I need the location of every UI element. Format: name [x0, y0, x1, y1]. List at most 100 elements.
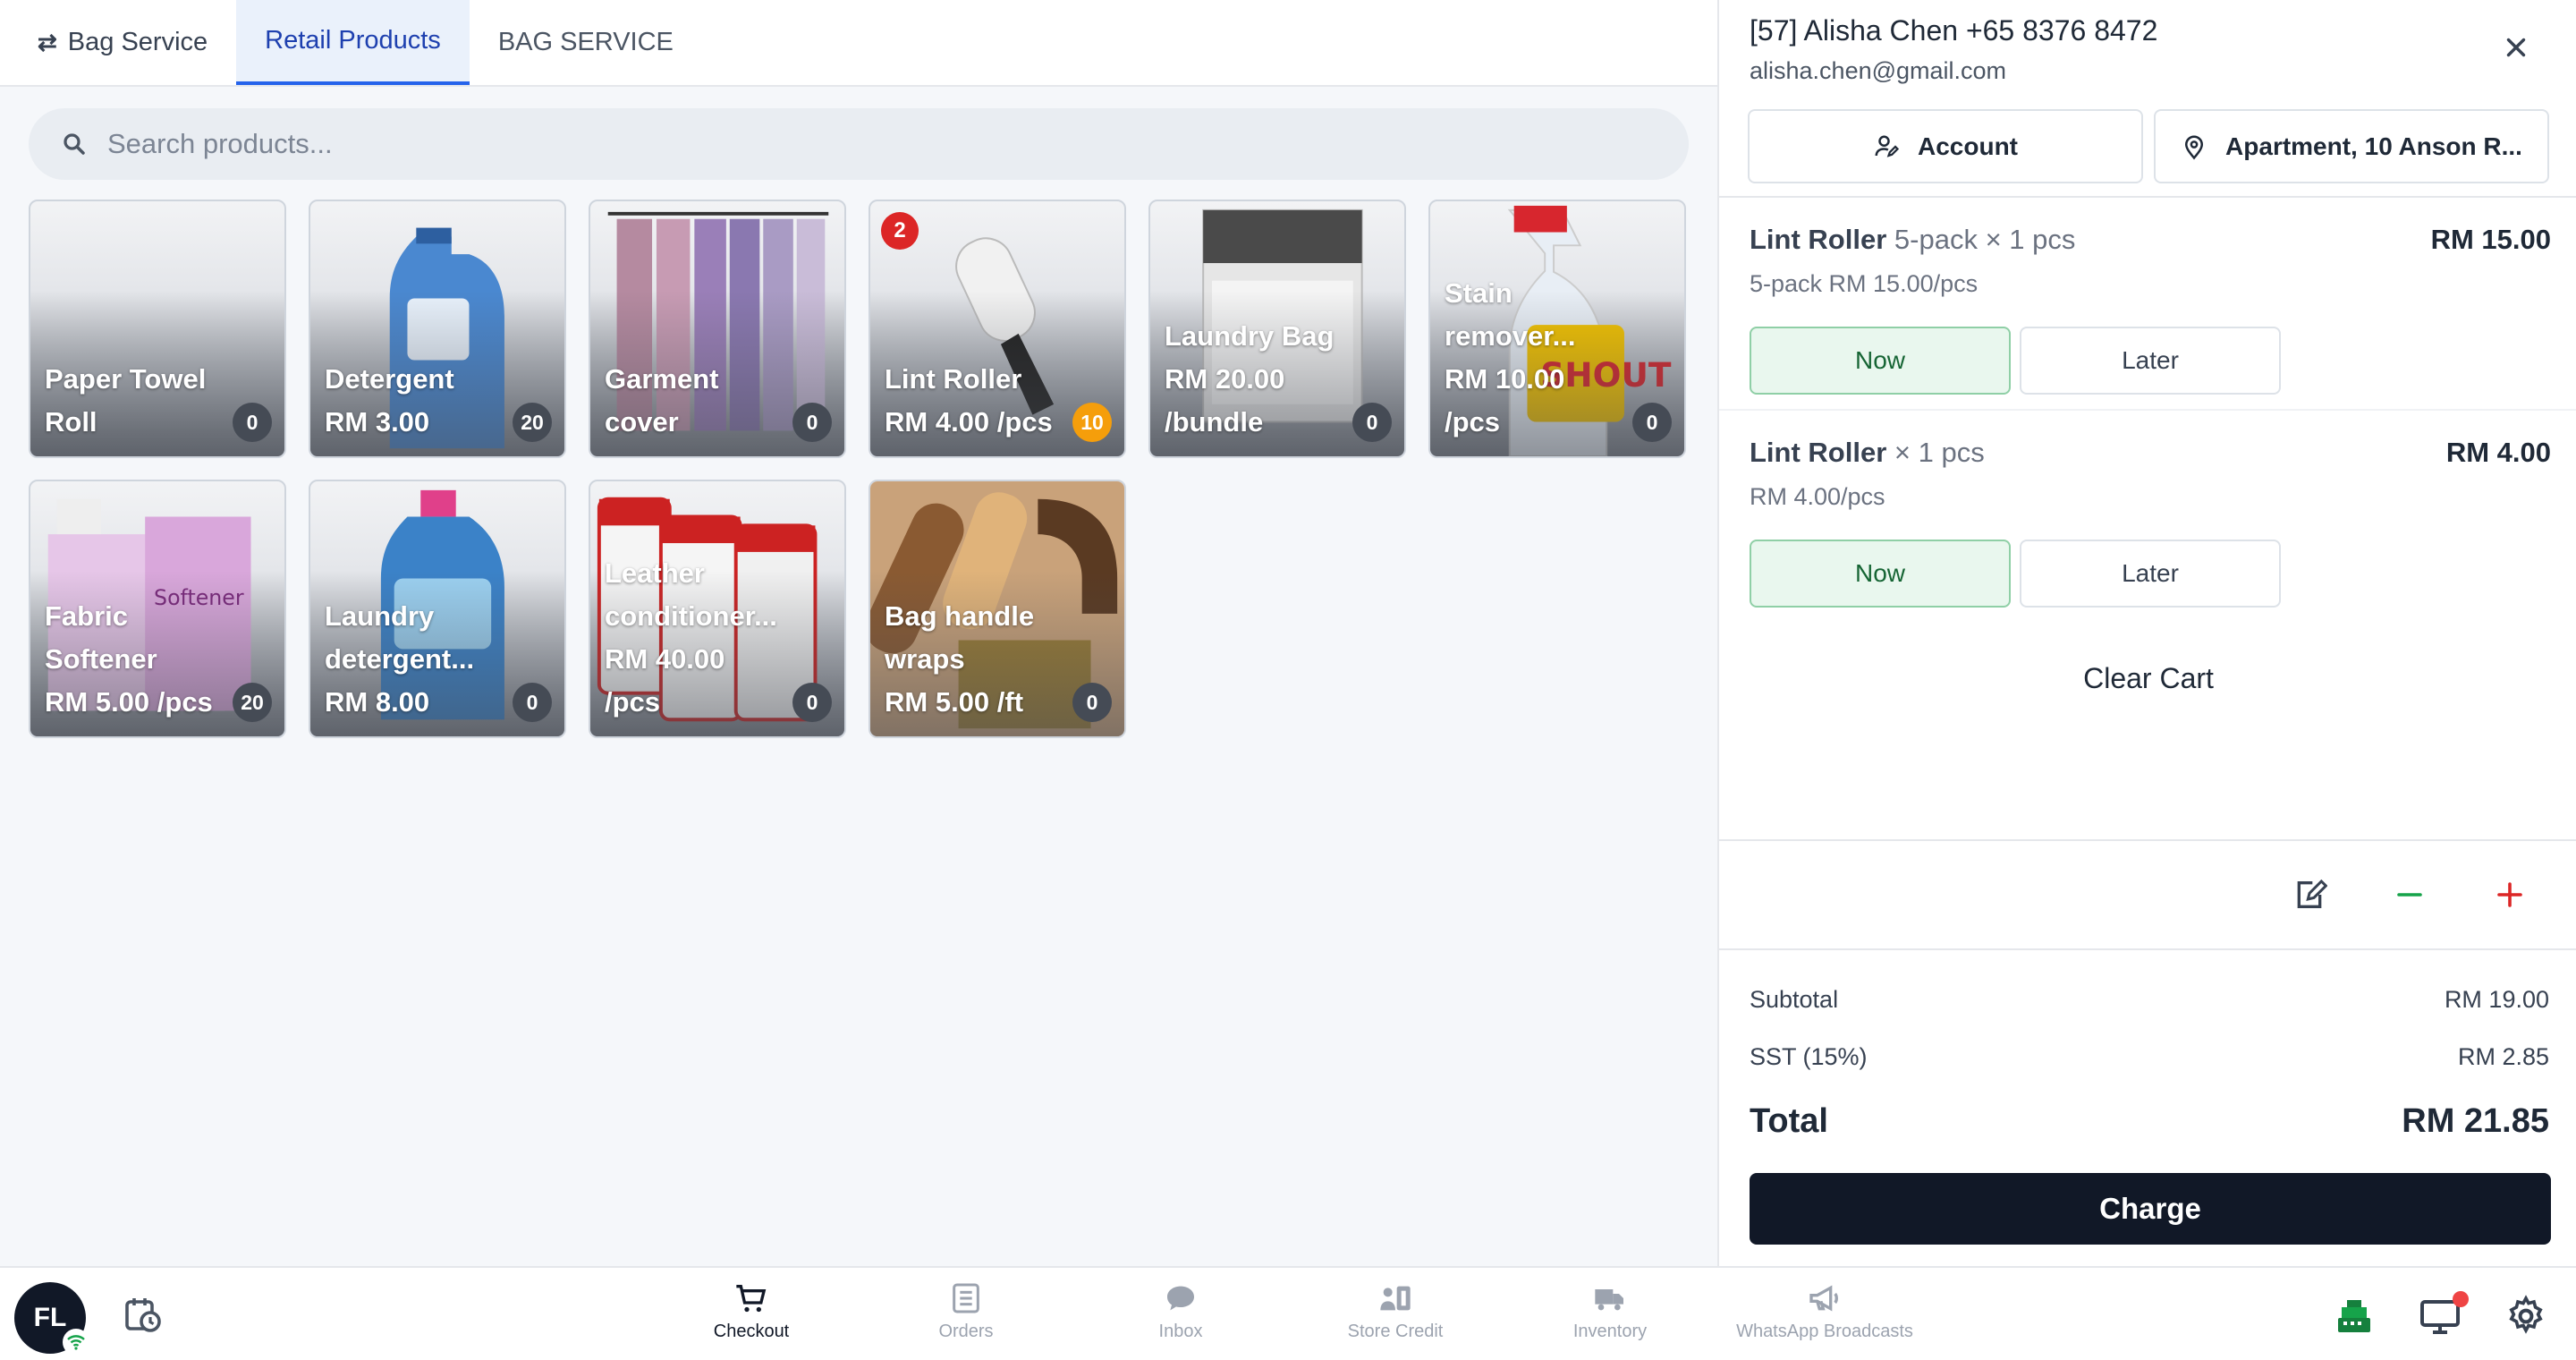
product-area: ⇄ Bag Service Retail Products BAG SERVIC…: [0, 0, 1717, 1266]
product-card-lint-roller[interactable]: 2 Lint Roller RM 4.00 /pcs 10: [869, 200, 1126, 458]
account-button[interactable]: Account: [1748, 109, 2143, 183]
product-card-laundry-bag[interactable]: Laundry Bag RM 20.00 /bundle 0: [1148, 200, 1406, 458]
close-icon[interactable]: [2501, 32, 2531, 63]
product-name: Detergent: [325, 363, 454, 395]
product-card-fabric-softener[interactable]: Softener Fabric Softener RM 5.00 /pcs 20: [29, 480, 286, 738]
product-unit: /pcs: [605, 686, 661, 718]
search-bar[interactable]: [29, 108, 1689, 180]
product-name-2: conditioner...: [605, 600, 777, 632]
product-price: RM 8.00: [325, 686, 430, 718]
divider: [1719, 839, 2576, 841]
cart-line-item[interactable]: Lint Roller × 1 pcs RM 4.00 RM 4.00/pcs …: [1719, 410, 2576, 622]
tab-bag-service-caps[interactable]: BAG SERVICE: [470, 0, 702, 85]
product-name: Laundry: [325, 600, 435, 632]
product-card-garment-cover[interactable]: Garment cover 0: [589, 200, 846, 458]
calendar-clock-icon[interactable]: [122, 1293, 165, 1336]
tab-bag-service[interactable]: ⇄ Bag Service: [9, 0, 236, 85]
item-title: Lint Roller 5-pack × 1 pcs: [1750, 224, 2075, 256]
now-button[interactable]: Now: [1750, 540, 2011, 608]
product-label: Garment cover: [605, 358, 791, 444]
product-label: Laundry Bag RM 20.00 /bundle: [1165, 315, 1351, 444]
decrease-button[interactable]: [2390, 875, 2429, 914]
product-label: Paper Towel Roll: [45, 358, 231, 444]
later-button[interactable]: Later: [2020, 327, 2281, 395]
product-price: RM 3.00: [325, 406, 430, 438]
nav-inbox[interactable]: Inbox: [1082, 1280, 1279, 1342]
nav-store-credit[interactable]: Store Credit: [1297, 1280, 1494, 1342]
account-label: Account: [1918, 132, 2018, 160]
product-price: RM 20.00: [1165, 363, 1285, 395]
product-name: Laundry Bag: [1165, 320, 1335, 352]
user-edit-icon: [1875, 135, 1900, 157]
minus-icon: [2397, 893, 2422, 897]
orders-icon: [953, 1283, 979, 1313]
product-card-laundry-detergent[interactable]: Laundry detergent... RM 8.00 0: [309, 480, 566, 738]
edit-note-button[interactable]: [2290, 875, 2329, 914]
stock-count: 0: [513, 683, 552, 722]
product-name: Paper Towel: [45, 363, 207, 395]
map-pin-icon: [2185, 135, 2204, 159]
address-button[interactable]: Apartment, 10 Anson R...: [2154, 109, 2549, 183]
nav-whatsapp-broadcasts[interactable]: WhatsApp Broadcasts: [1726, 1280, 1923, 1342]
product-price: RM 10.00: [1445, 363, 1565, 395]
product-card-leather-conditioner[interactable]: Leather conditioner... RM 40.00 /pcs 0: [589, 480, 846, 738]
product-name: Leather: [605, 557, 705, 589]
plus-icon: [2497, 882, 2522, 907]
tab-label: Bag Service: [67, 28, 208, 56]
item-variant: 5-pack × 1 pcs: [1894, 224, 2076, 255]
chat-icon: [1167, 1286, 1194, 1311]
item-price: RM 4.00: [2445, 437, 2551, 468]
subtotal-label: Subtotal: [1750, 986, 1839, 1013]
increase-button[interactable]: [2490, 875, 2529, 914]
stock-count: 20: [513, 403, 552, 442]
now-button[interactable]: Now: [1750, 327, 2011, 395]
nav-orders[interactable]: Orders: [868, 1280, 1064, 1342]
charge-button[interactable]: Charge: [1750, 1173, 2551, 1245]
product-price: RM 5.00 /pcs: [45, 686, 213, 718]
nav-checkout[interactable]: Checkout: [653, 1280, 850, 1342]
stock-count: 0: [1352, 403, 1392, 442]
total-label: Total: [1750, 1102, 1828, 1140]
customer-name: [57] Alisha Chen +65 8376 8472: [1750, 14, 2158, 47]
product-name-2: cover: [605, 406, 679, 438]
product-card-detergent[interactable]: Detergent RM 3.00 20: [309, 200, 566, 458]
tab-bar: ⇄ Bag Service Retail Products BAG SERVIC…: [0, 0, 1717, 87]
later-button[interactable]: Later: [2020, 540, 2281, 608]
product-label: Leather conditioner... RM 40.00 /pcs: [605, 552, 791, 724]
tax-row: SST (15%) RM 2.85: [1750, 1043, 2549, 1071]
stock-count: 0: [792, 403, 832, 442]
stock-count: 20: [233, 683, 272, 722]
stock-count: 0: [1632, 403, 1672, 442]
item-unit-price: RM 4.00/pcs: [1750, 483, 1885, 510]
nav-inventory[interactable]: Inventory: [1512, 1280, 1708, 1342]
product-unit: /bundle: [1165, 406, 1264, 438]
tab-retail-products[interactable]: Retail Products: [236, 0, 470, 85]
stock-count: 0: [1072, 683, 1112, 722]
bottom-nav-bar: FL Checkout Orders Inbox Store Credit In…: [0, 1266, 2576, 1360]
search-icon: [64, 133, 85, 155]
cart-panel: [57] Alisha Chen +65 8376 8472 alisha.ch…: [1717, 0, 2576, 1266]
item-variant: × 1 pcs: [1894, 437, 1985, 468]
product-price: RM 40.00: [605, 643, 725, 675]
product-name: Stain: [1445, 277, 1513, 309]
cart-line-item[interactable]: Lint Roller 5-pack × 1 pcs RM 15.00 5-pa…: [1719, 197, 2576, 409]
cash-register-icon[interactable]: [2333, 1295, 2376, 1338]
product-name: Bag handle: [885, 600, 1035, 632]
product-card-stain-remover[interactable]: SHOUT Stain remover... RM 10.00 /pcs 0: [1428, 200, 1686, 458]
product-card-bag-handle-wraps[interactable]: Bag handle wraps RM 5.00 /ft 0: [869, 480, 1126, 738]
product-label: Detergent RM 3.00: [325, 358, 511, 444]
customer-email: alisha.chen@gmail.com: [1750, 57, 2007, 84]
product-card-paper-towel[interactable]: Paper Towel Roll 0: [29, 200, 286, 458]
product-label: Fabric Softener RM 5.00 /pcs: [45, 595, 231, 724]
clear-cart-button[interactable]: Clear Cart: [1719, 662, 2576, 695]
gear-icon[interactable]: [2504, 1295, 2547, 1338]
avatar-initials: FL: [33, 1303, 67, 1332]
item-price: RM 15.00: [2430, 224, 2551, 255]
search-input[interactable]: [107, 128, 1628, 160]
nav-label: Checkout: [713, 1322, 790, 1341]
product-name-2: Roll: [45, 406, 97, 438]
swap-icon: ⇄: [38, 29, 57, 55]
product-name: Fabric: [45, 600, 129, 632]
divider: [1719, 948, 2576, 950]
product-name: Lint Roller: [885, 363, 1022, 395]
